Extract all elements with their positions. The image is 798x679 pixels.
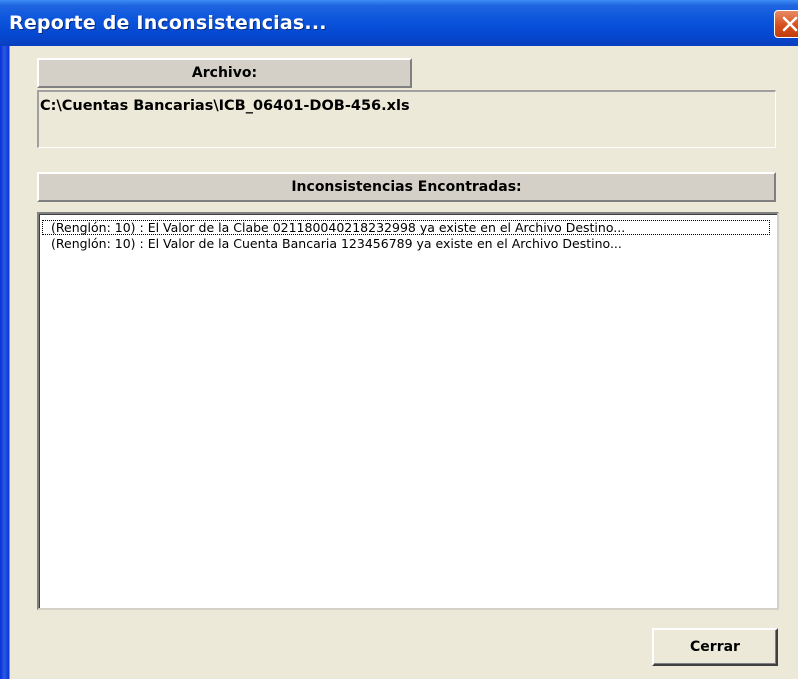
list-item[interactable]: (Renglón: 10) : El Valor de la Cuenta Ba… — [42, 236, 770, 251]
inconsistencias-list[interactable]: (Renglón: 10) : El Valor de la Clabe 021… — [37, 212, 779, 610]
list-item[interactable]: (Renglón: 10) : El Valor de la Clabe 021… — [42, 220, 770, 235]
archivo-path-field: C:\Cuentas Bancarias\ICB_06401-DOB-456.x… — [37, 90, 776, 148]
archivo-path-text: C:\Cuentas Bancarias\ICB_06401-DOB-456.x… — [40, 98, 410, 114]
window-close-button[interactable] — [774, 10, 798, 38]
window-left-border — [0, 46, 9, 679]
report-dialog: Reporte de Inconsistencias... Archivo: C… — [0, 0, 798, 679]
window-title: Reporte de Inconsistencias... — [9, 12, 327, 34]
title-bar[interactable]: Reporte de Inconsistencias... — [0, 0, 798, 47]
inconsistencias-header: Inconsistencias Encontradas: — [37, 172, 776, 202]
archivo-header: Archivo: — [37, 58, 412, 88]
close-button[interactable]: Cerrar — [652, 628, 778, 666]
close-icon — [782, 16, 798, 32]
